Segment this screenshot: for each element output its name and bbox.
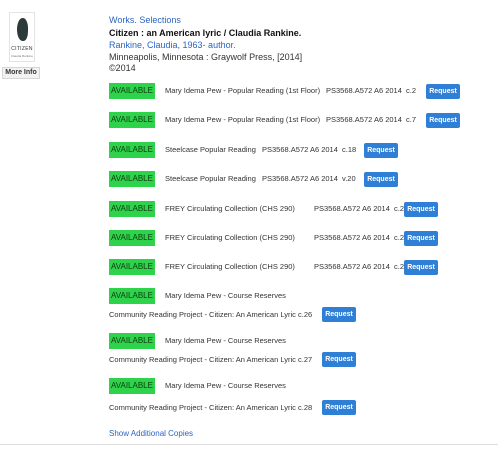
- request-button[interactable]: Request: [322, 352, 356, 367]
- book-cover-image[interactable]: CITIZEN Claudia Rankine: [9, 12, 35, 62]
- availability-badge: AVAILABLE: [109, 112, 155, 128]
- copy-location: Mary Idema Pew - Course Reserves: [165, 381, 286, 390]
- copy-number: c.7: [406, 115, 417, 124]
- call-number: PS3568.A572 A6 2014: [326, 86, 402, 95]
- copy-number: c.27: [298, 355, 313, 364]
- publisher-info: Minneapolis, Minnesota : Graywolf Press,…: [109, 52, 303, 62]
- availability-badge: AVAILABLE: [109, 201, 155, 217]
- request-button[interactable]: Request: [404, 231, 438, 246]
- request-button[interactable]: Request: [404, 260, 438, 275]
- availability-badge: AVAILABLE: [109, 171, 155, 187]
- copy-location: Mary Idema Pew - Course Reserves: [165, 336, 286, 345]
- availability-badge: AVAILABLE: [109, 259, 155, 275]
- section-divider: [0, 444, 498, 445]
- more-info-button[interactable]: More Info: [2, 67, 40, 79]
- record-title: Citizen : an American lyric / Claudia Ra…: [109, 28, 302, 38]
- copy-location: Mary Idema Pew - Popular Reading (1st Fl…: [165, 86, 321, 95]
- copy-number: c.18: [342, 145, 357, 154]
- call-number: Community Reading Project - Citizen: An …: [109, 355, 296, 364]
- availability-badge: AVAILABLE: [109, 83, 155, 99]
- copy-location: Mary Idema Pew - Popular Reading (1st Fl…: [165, 115, 321, 124]
- call-number: PS3568.A572 A6 2014: [314, 233, 390, 242]
- cover-author: Claudia Rankine: [10, 54, 33, 58]
- call-number: PS3568.A572 A6 2014: [326, 115, 402, 124]
- copy-number: c.26: [298, 310, 313, 319]
- call-number: Community Reading Project - Citizen: An …: [109, 403, 296, 412]
- call-number: PS3568.A572 A6 2014: [262, 145, 338, 154]
- availability-badge: AVAILABLE: [109, 230, 155, 246]
- availability-badge: AVAILABLE: [109, 142, 155, 158]
- request-button[interactable]: Request: [426, 113, 460, 128]
- author-link[interactable]: Rankine, Claudia, 1963- author.: [109, 40, 236, 51]
- copy-number: c.28: [298, 403, 313, 412]
- copy-location: FREY Circulating Collection (CHS 290): [165, 262, 295, 271]
- copyright-date: ©2014: [109, 63, 136, 73]
- uniform-title-link[interactable]: Works. Selections: [109, 15, 181, 26]
- request-button[interactable]: Request: [322, 307, 356, 322]
- copy-location: FREY Circulating Collection (CHS 290): [165, 204, 295, 213]
- request-button[interactable]: Request: [364, 172, 398, 187]
- cover-title: CITIZEN: [11, 46, 33, 52]
- copy-location: Steelcase Popular Reading: [165, 145, 256, 154]
- copy-location: FREY Circulating Collection (CHS 290): [165, 233, 295, 242]
- request-button[interactable]: Request: [426, 84, 460, 99]
- cover-figure: [17, 18, 28, 41]
- request-button[interactable]: Request: [404, 202, 438, 217]
- availability-badge: AVAILABLE: [109, 333, 155, 349]
- call-number: PS3568.A572 A6 2014: [314, 262, 390, 271]
- copy-location: Steelcase Popular Reading: [165, 174, 256, 183]
- request-button[interactable]: Request: [322, 400, 356, 415]
- availability-badge: AVAILABLE: [109, 288, 155, 304]
- request-button[interactable]: Request: [364, 143, 398, 158]
- copy-number: v.20: [342, 174, 356, 183]
- call-number: PS3568.A572 A6 2014: [314, 204, 390, 213]
- show-additional-copies-link[interactable]: Show Additional Copies: [109, 429, 193, 438]
- availability-badge: AVAILABLE: [109, 378, 155, 394]
- copy-location: Mary Idema Pew - Course Reserves: [165, 291, 286, 300]
- copy-number: c.2: [406, 86, 417, 95]
- call-number: PS3568.A572 A6 2014: [262, 174, 338, 183]
- call-number: Community Reading Project - Citizen: An …: [109, 310, 296, 319]
